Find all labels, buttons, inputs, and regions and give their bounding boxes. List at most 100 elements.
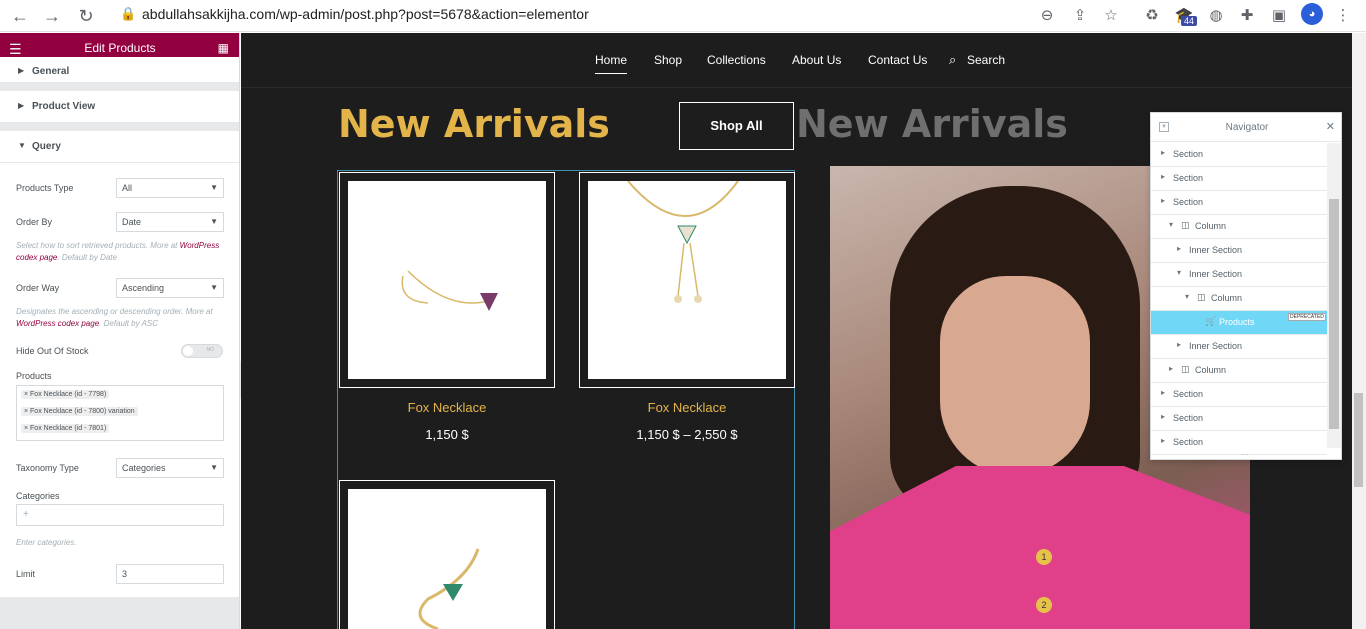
caret-icon[interactable]: ▾ bbox=[1177, 268, 1181, 277]
navigator-item-label: Section bbox=[1173, 197, 1204, 207]
section-query-label: Query bbox=[32, 141, 61, 152]
caret-icon[interactable]: ▸ bbox=[1177, 340, 1181, 349]
caret-right-icon: ▶ bbox=[18, 101, 25, 110]
section-general[interactable]: ▶ General bbox=[0, 57, 239, 83]
product-name[interactable]: Fox Necklace bbox=[579, 400, 795, 415]
back-icon[interactable]: ← bbox=[8, 4, 32, 28]
search-icon[interactable]: ⌕ bbox=[949, 52, 956, 68]
caret-icon[interactable]: ▸ bbox=[1161, 388, 1165, 397]
navigator-item-label: Products bbox=[1219, 317, 1255, 327]
product-card[interactable] bbox=[339, 480, 555, 629]
hotspot-marker[interactable]: 1 bbox=[1036, 549, 1052, 565]
caret-icon[interactable]: ▾ bbox=[1185, 292, 1189, 301]
navigator-item-inner-section[interactable]: ▸ Inner Section bbox=[1151, 239, 1327, 263]
site-navigation: Home Shop Collections About Us Contact U… bbox=[241, 33, 1352, 88]
plus-icon: + bbox=[23, 509, 29, 520]
caret-icon[interactable]: ▸ bbox=[1177, 244, 1181, 253]
navigator-item-section[interactable]: ▸ Section bbox=[1151, 191, 1327, 215]
products-selector[interactable]: × Fox Necklace (id - 7798) × Fox Necklac… bbox=[16, 385, 224, 441]
cart-icon: 🛒 bbox=[1205, 316, 1217, 326]
order-by-select[interactable]: Date ▼ bbox=[116, 212, 224, 232]
section-general-label: General bbox=[32, 66, 70, 77]
caret-icon[interactable]: ▸ bbox=[1161, 436, 1165, 445]
product-card[interactable] bbox=[579, 172, 795, 388]
caret-icon[interactable]: ▸ bbox=[1161, 196, 1165, 205]
caret-right-icon: ▶ bbox=[18, 66, 25, 75]
navigator-item-label: Section bbox=[1173, 389, 1204, 399]
caret-icon[interactable]: ▾ bbox=[1169, 220, 1173, 229]
navigator-item-column[interactable]: ▸ ◫ Column bbox=[1151, 359, 1327, 383]
navigator-item-section[interactable]: ▸ Section bbox=[1151, 431, 1327, 455]
canvas-scrollbar[interactable] bbox=[1352, 33, 1366, 629]
navigator-item-label: Column bbox=[1211, 293, 1243, 303]
product-image[interactable] bbox=[348, 181, 546, 379]
elementor-panel: ☰ Edit Products ▦ ▶ General ▶ Product Vi… bbox=[0, 33, 240, 629]
codex-link[interactable]: WordPress codex page bbox=[16, 319, 99, 328]
hide-out-of-stock-toggle[interactable]: NO bbox=[181, 344, 223, 358]
order-by-label: Order By bbox=[16, 217, 53, 227]
section-product-view[interactable]: ▶ Product View bbox=[0, 91, 239, 123]
product-image[interactable] bbox=[588, 180, 786, 379]
puzzle-icon[interactable]: ✚ bbox=[1236, 5, 1258, 27]
hotspot-marker[interactable]: 2 bbox=[1036, 597, 1052, 613]
navigator-item-column[interactable]: ▾ ◫ Column bbox=[1151, 287, 1327, 311]
navigator-item-inner-section[interactable]: ▾ Inner Section bbox=[1151, 263, 1327, 287]
globe-extension-icon[interactable]: ◍ bbox=[1205, 5, 1227, 27]
caret-icon[interactable]: ▸ bbox=[1161, 412, 1165, 421]
menu-shop[interactable]: Shop bbox=[654, 53, 682, 67]
product-name[interactable]: Fox Necklace bbox=[339, 400, 555, 415]
sidebar-toggle-icon[interactable]: ▣ bbox=[1268, 5, 1290, 27]
order-way-select[interactable]: Ascending ▼ bbox=[116, 278, 224, 298]
address-bar[interactable]: 🔒 abdullahsakkijha.com/wp-admin/post.php… bbox=[104, 0, 1134, 28]
caret-icon[interactable]: ▸ bbox=[1161, 148, 1165, 157]
navigator-item-section[interactable]: ▸ Section bbox=[1151, 143, 1327, 167]
menu-about-us[interactable]: About Us bbox=[792, 53, 841, 67]
chevron-down-icon: ▼ bbox=[210, 283, 218, 292]
navigator-item-section[interactable]: ▸ Section bbox=[1151, 407, 1327, 431]
forward-icon[interactable]: → bbox=[40, 4, 64, 28]
categories-hint: Enter categories. bbox=[16, 538, 77, 547]
navigator-item-column[interactable]: ▾ ◫ Column bbox=[1151, 215, 1327, 239]
navigator-item-products[interactable]: 🛒 Products DEPRECATED bbox=[1151, 311, 1327, 335]
chevron-down-icon: ▼ bbox=[210, 217, 218, 226]
menu-collections[interactable]: Collections bbox=[707, 53, 766, 67]
navigator-scrollbar[interactable] bbox=[1327, 143, 1341, 448]
caret-icon[interactable]: ▸ bbox=[1169, 364, 1173, 373]
product-tag[interactable]: × Fox Necklace (id - 7798) bbox=[21, 390, 110, 399]
product-card[interactable] bbox=[339, 172, 555, 388]
section-query[interactable]: ▼ Query bbox=[0, 131, 239, 163]
widgets-grid-icon[interactable]: ▦ bbox=[218, 41, 229, 55]
canvas-scrollbar-thumb[interactable] bbox=[1354, 393, 1363, 487]
product-price: 1,150 $ – 2,550 $ bbox=[636, 427, 738, 442]
resize-handle[interactable]: ··· bbox=[1241, 450, 1249, 459]
lock-icon: 🔒 bbox=[120, 6, 137, 21]
menu-contact-us[interactable]: Contact Us bbox=[868, 53, 927, 67]
navigator-header[interactable]: ▼ Navigator ✕ bbox=[1151, 113, 1341, 142]
navigator-item-label: Section bbox=[1173, 173, 1204, 183]
navigator-item-section[interactable]: ▸ Section bbox=[1151, 383, 1327, 407]
zoom-icon[interactable]: ⊖ bbox=[1036, 5, 1058, 27]
product-tag[interactable]: × Fox Necklace (id - 7801) bbox=[21, 424, 110, 433]
navigator-item-label: Inner Section bbox=[1189, 269, 1243, 279]
close-icon[interactable]: ✕ bbox=[1326, 120, 1335, 133]
categories-input[interactable]: + bbox=[16, 504, 224, 526]
taxonomy-type-select[interactable]: Categories ▼ bbox=[116, 458, 224, 478]
recycle-extension-icon[interactable]: ♻ bbox=[1141, 5, 1163, 27]
navigator-item-section[interactable]: ▸ Section bbox=[1151, 167, 1327, 191]
product-tag[interactable]: × Fox Necklace (id - 7800) variation bbox=[21, 407, 138, 416]
shop-all-button[interactable]: Shop All bbox=[679, 102, 794, 150]
share-icon[interactable]: ⇪ bbox=[1069, 5, 1091, 27]
profile-avatar[interactable]: ◕ bbox=[1301, 3, 1323, 25]
menu-kebab-icon[interactable]: ⋮ bbox=[1332, 5, 1354, 27]
reload-icon[interactable]: ↻ bbox=[74, 4, 98, 28]
bookmark-star-icon[interactable]: ☆ bbox=[1100, 5, 1122, 27]
products-type-select[interactable]: All ▼ bbox=[116, 178, 224, 198]
column-icon: ◫ bbox=[1197, 292, 1206, 302]
product-image[interactable] bbox=[348, 489, 546, 629]
limit-input[interactable]: 3 bbox=[116, 564, 224, 584]
navigator-scrollbar-thumb[interactable] bbox=[1329, 199, 1339, 429]
caret-icon[interactable]: ▸ bbox=[1161, 172, 1165, 181]
menu-search[interactable]: Search bbox=[967, 53, 1005, 67]
menu-home[interactable]: Home bbox=[595, 53, 628, 74]
navigator-item-inner-section[interactable]: ▸ Inner Section bbox=[1151, 335, 1327, 359]
